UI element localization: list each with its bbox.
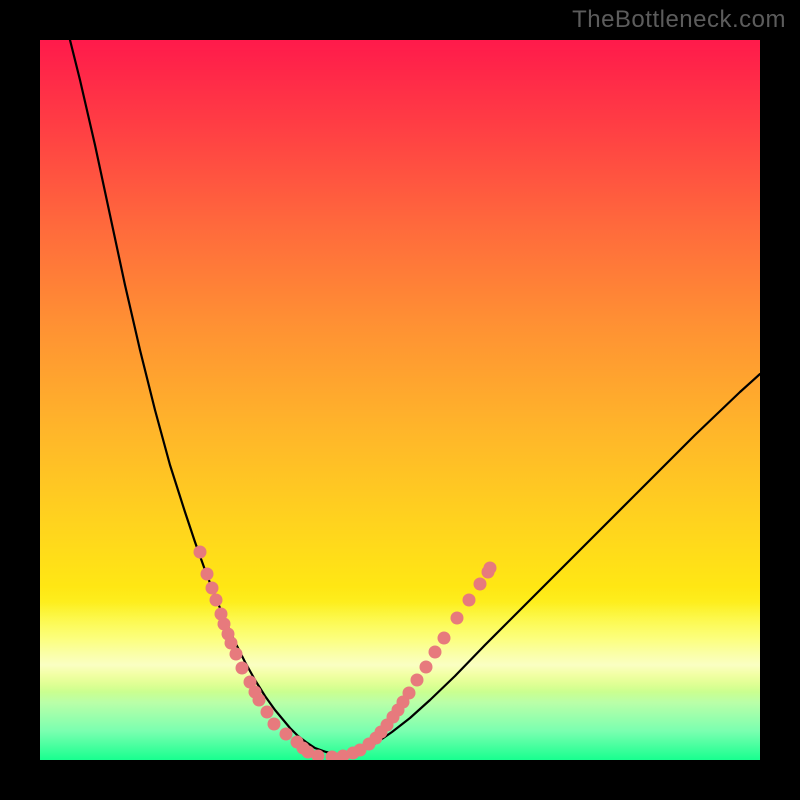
left-pink-dots-dot (261, 706, 274, 719)
plot-area (40, 40, 760, 760)
bottom-pink-dots-dot (337, 750, 350, 761)
right-pink-dots-dot (451, 612, 464, 625)
left-pink-dots-dot (280, 728, 293, 741)
bottom-pink-dots-dot (291, 736, 304, 749)
right-pink-dots-dot (482, 566, 495, 579)
bottleneck-curve (70, 40, 760, 755)
right-pink-dots-dot (411, 674, 424, 687)
bottom-pink-dots-dot (347, 747, 360, 760)
bottom-pink-dots-dot (312, 750, 325, 761)
lower-haze-band (40, 602, 760, 692)
left-pink-dots-dot (230, 648, 243, 661)
bottom-pink-dots-dot (302, 746, 315, 759)
bottom-pink-dots-dot (354, 744, 367, 757)
left-pink-dots-dot (253, 694, 266, 707)
left-pink-dots-dot (201, 568, 214, 581)
right-pink-dots-dot (387, 711, 400, 724)
left-pink-dots-dot (244, 676, 257, 689)
right-pink-dots-dot (381, 719, 394, 732)
bottom-pink-dots-dot (297, 742, 310, 755)
right-pink-dots-dot (463, 594, 476, 607)
right-pink-dots-dot (397, 696, 410, 709)
left-pink-dots-dot (218, 618, 231, 631)
right-pink-dots-dot (370, 732, 383, 745)
left-pink-dots-dot (210, 594, 223, 607)
right-pink-dots-dot (392, 704, 405, 717)
right-pink-dots-dot (363, 738, 376, 751)
bottom-pink-dots-dot (326, 751, 339, 761)
left-pink-dots-dot (236, 662, 249, 675)
left-pink-dots-dot (222, 628, 235, 641)
right-pink-dots-dot (484, 562, 497, 575)
right-pink-dots-dot (429, 646, 442, 659)
right-pink-dots-dot (420, 661, 433, 674)
left-pink-dots-dot (194, 546, 207, 559)
left-pink-dots-dot (215, 608, 228, 621)
right-pink-dots-dot (403, 687, 416, 700)
left-pink-dots-dot (249, 686, 262, 699)
curve-svg (40, 40, 760, 760)
left-pink-dots-dot (268, 718, 281, 731)
right-pink-dots-dot (474, 578, 487, 591)
watermark-text: TheBottleneck.com (572, 6, 786, 34)
right-pink-dots-dot (438, 632, 451, 645)
left-pink-dots-dot (225, 637, 238, 650)
chart-frame: TheBottleneck.com (0, 0, 800, 800)
right-pink-dots-dot (375, 726, 388, 739)
left-pink-dots-dot (206, 582, 219, 595)
